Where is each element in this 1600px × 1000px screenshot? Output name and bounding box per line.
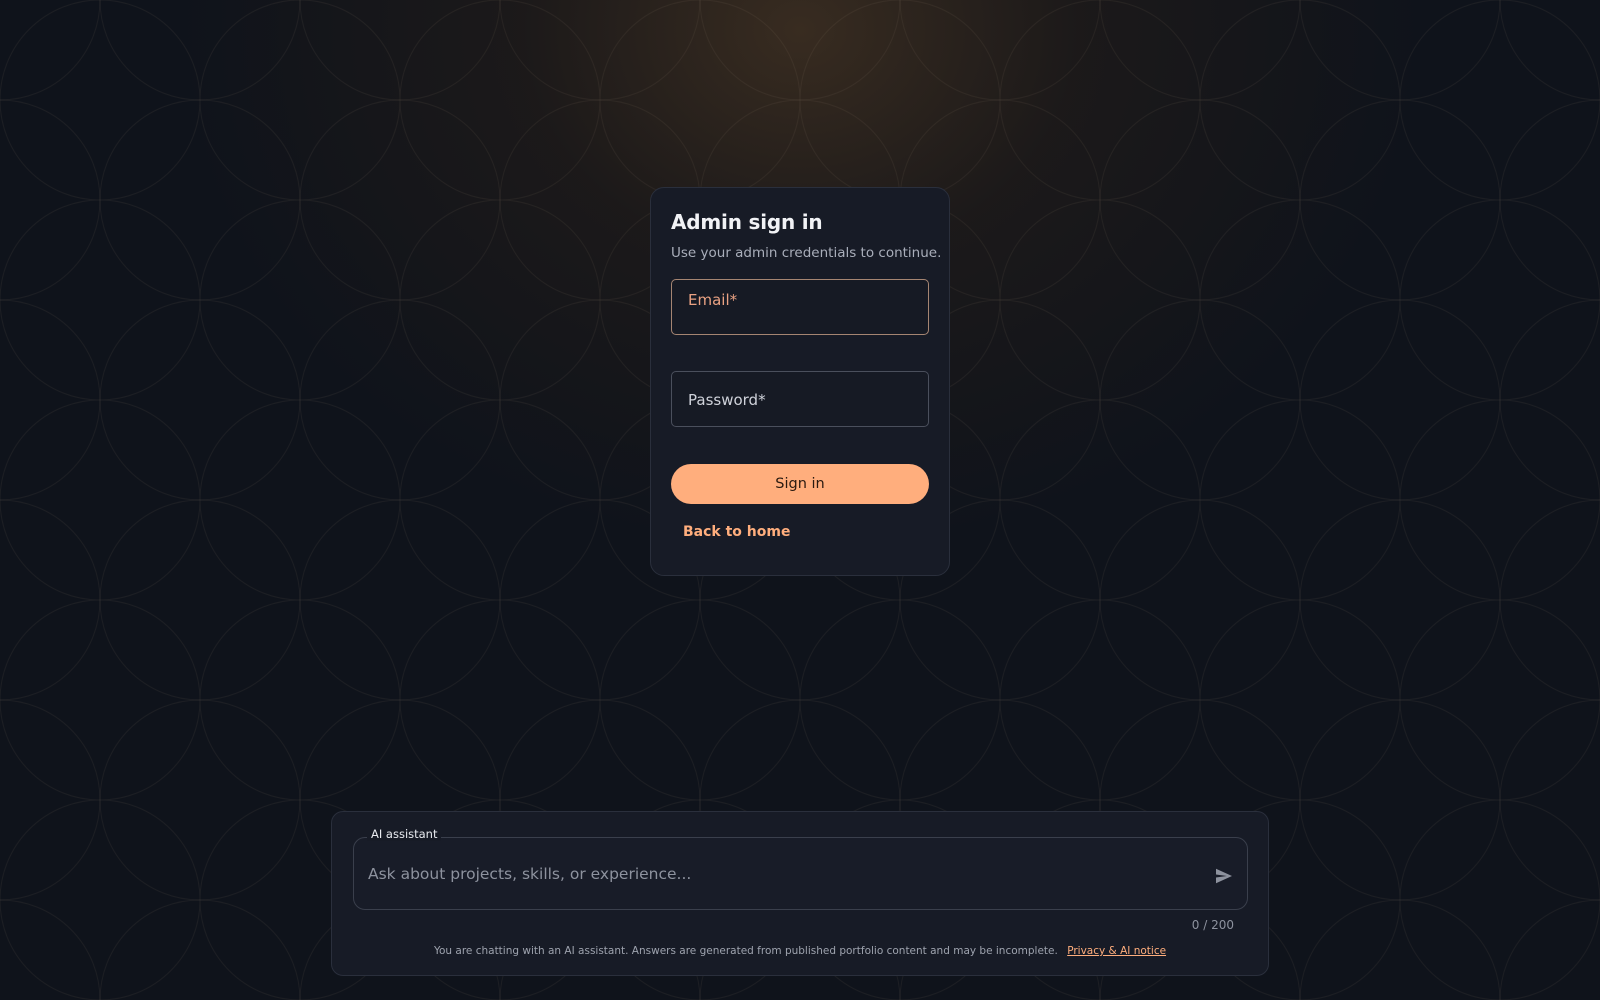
page-title: Admin sign in xyxy=(671,210,823,234)
sign-in-button[interactable]: Sign in xyxy=(671,464,929,504)
send-button[interactable] xyxy=(1211,863,1237,889)
login-subtitle: Use your admin credentials to continue. xyxy=(671,245,942,261)
login-card: Admin sign in Use your admin credentials… xyxy=(650,187,950,576)
character-counter: 0 / 200 xyxy=(1191,918,1234,932)
email-field[interactable] xyxy=(672,280,928,334)
email-field-wrapper: Email* xyxy=(671,279,929,335)
ai-disclaimer-text: You are chatting with an AI assistant. A… xyxy=(433,945,1058,957)
back-to-home-link[interactable]: Back to home xyxy=(683,524,790,540)
send-icon xyxy=(1216,868,1232,884)
password-field[interactable] xyxy=(672,372,928,426)
chat-input[interactable] xyxy=(354,838,1194,909)
password-field-wrapper: Password* xyxy=(671,371,929,427)
privacy-ai-notice-link[interactable]: Privacy & AI notice xyxy=(1067,945,1166,957)
chat-input-wrapper: AI assistant xyxy=(353,827,1248,910)
ai-disclaimer: You are chatting with an AI assistant. A… xyxy=(332,945,1268,957)
ai-assistant-panel: AI assistant 0 / 200 You are chatting wi… xyxy=(331,811,1269,976)
